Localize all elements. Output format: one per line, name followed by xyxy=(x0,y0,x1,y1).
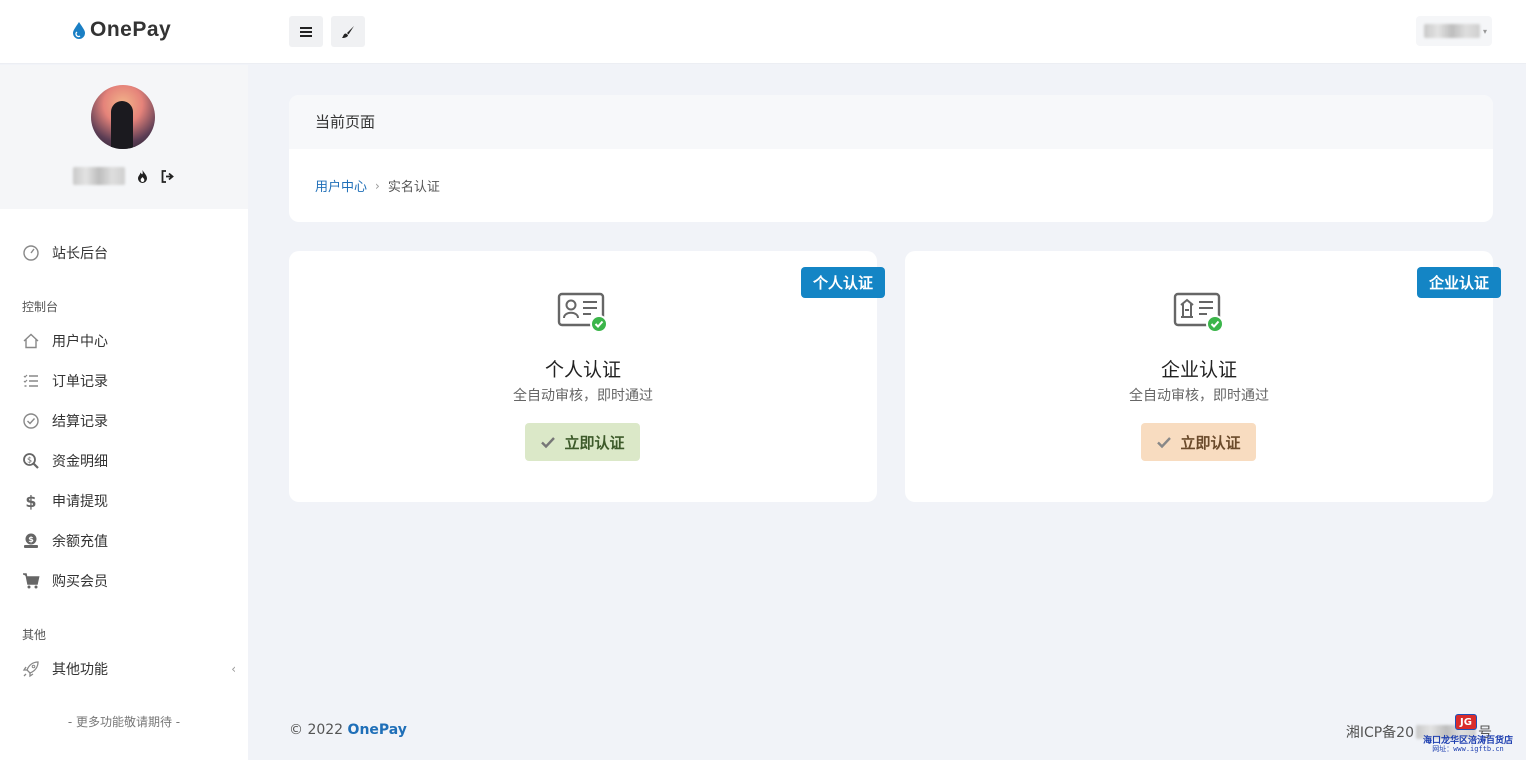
watermark-line2: 网址：www.igftb.cn xyxy=(1432,745,1504,753)
fire-icon[interactable] xyxy=(135,169,150,184)
business-verification-card: 企业认证 企业认证 全自动审核，即时通过 立即认证 xyxy=(905,251,1501,502)
watermark-stamp: JG 海口龙华区涪涛百货店 网址：www.igftb.cn xyxy=(1420,712,1516,756)
username-blurred xyxy=(1424,24,1480,38)
personal-card-title: 个人认证 xyxy=(544,359,621,381)
sidebar-item-recharge[interactable]: $ 余额充值 xyxy=(22,530,236,552)
breadcrumb-separator: › xyxy=(375,178,380,193)
username-blurred xyxy=(73,167,125,185)
section-console: 控制台 xyxy=(22,300,59,314)
cart-icon xyxy=(23,573,40,589)
svg-text:$: $ xyxy=(25,492,36,510)
business-ribbon: 企业认证 xyxy=(1416,267,1501,298)
section-other: 其他 xyxy=(22,628,47,642)
more-features-text: - 更多功能敬请期待 - xyxy=(67,715,181,729)
business-verify-button[interactable]: 立即认证 xyxy=(1141,423,1256,461)
dollar-icon: $ xyxy=(25,492,36,510)
watermark-logo: JG xyxy=(1455,714,1477,730)
personal-verification-card: 个人认证 个人认证 全自动审核，即时通过 立即认证 xyxy=(289,251,885,502)
page-title: 当前页面 xyxy=(289,95,1493,149)
svg-text:$: $ xyxy=(28,535,34,544)
check-icon xyxy=(1157,437,1172,449)
sidebar-item-other-features[interactable]: 其他功能 ‹ xyxy=(22,658,236,680)
sidebar-item-funds[interactable]: $ 资金明细 xyxy=(22,450,236,472)
top-header: OnePay ▾ xyxy=(0,0,1526,64)
sidebar-item-membership[interactable]: 购买会员 xyxy=(22,570,236,592)
user-menu[interactable]: ▾ xyxy=(1416,16,1492,46)
business-card-desc: 全自动审核，即时通过 xyxy=(1129,388,1269,404)
search-dollar-icon: $ xyxy=(23,453,39,469)
chevron-left-icon: ‹ xyxy=(231,662,236,676)
sidebar-item-user-center[interactable]: 用户中心 xyxy=(22,330,236,352)
check-icon xyxy=(541,437,556,449)
business-card-check-icon xyxy=(1173,292,1224,333)
business-card-title: 企业认证 xyxy=(1160,359,1237,381)
breadcrumb-user-center[interactable]: 用户中心 xyxy=(315,176,367,195)
check-circle-icon xyxy=(23,413,39,429)
profile-panel xyxy=(0,65,248,209)
personal-card-desc: 全自动审核，即时通过 xyxy=(513,388,653,404)
theme-button[interactable] xyxy=(331,16,365,47)
hamburger-icon xyxy=(300,26,312,37)
sidebar-item-withdraw[interactable]: $ 申请提现 xyxy=(22,490,236,512)
brush-icon xyxy=(342,25,354,38)
sidebar: 站长后台 控制台 用户中心 订单记录 结算记录 $ 资金明细 $ 申请提现 $ … xyxy=(0,65,248,760)
caret-icon: ▾ xyxy=(1483,26,1488,36)
gauge-icon xyxy=(23,245,39,261)
footer-brand-link[interactable]: OnePay xyxy=(348,722,407,738)
id-card-check-icon xyxy=(557,292,608,333)
personal-verify-button[interactable]: 立即认证 xyxy=(525,423,640,461)
sidebar-item-orders[interactable]: 订单记录 xyxy=(22,370,236,392)
brand-name: OnePay xyxy=(90,18,172,41)
breadcrumb-current: 实名认证 xyxy=(387,180,440,195)
profile-actions xyxy=(73,167,175,185)
rocket-icon xyxy=(22,661,39,678)
svg-text:$: $ xyxy=(27,456,32,465)
brand-logo[interactable]: OnePay xyxy=(72,18,171,42)
home-icon xyxy=(23,333,39,349)
avatar[interactable] xyxy=(91,85,155,149)
breadcrumb-card: 当前页面 用户中心 › 实名认证 xyxy=(289,95,1493,222)
logout-icon[interactable] xyxy=(160,169,175,184)
droplet-icon xyxy=(73,22,85,39)
footer-copyright: © 2022 OnePay xyxy=(289,722,407,738)
sidebar-item-settlements[interactable]: 结算记录 xyxy=(22,410,236,432)
personal-ribbon: 个人认证 xyxy=(800,267,885,298)
sidebar-item-admin[interactable]: 站长后台 xyxy=(22,242,236,264)
breadcrumb: 用户中心 › 实名认证 xyxy=(289,149,1493,222)
list-icon xyxy=(23,374,38,387)
menu-toggle-button[interactable] xyxy=(289,16,323,47)
coins-icon: $ xyxy=(24,533,38,548)
